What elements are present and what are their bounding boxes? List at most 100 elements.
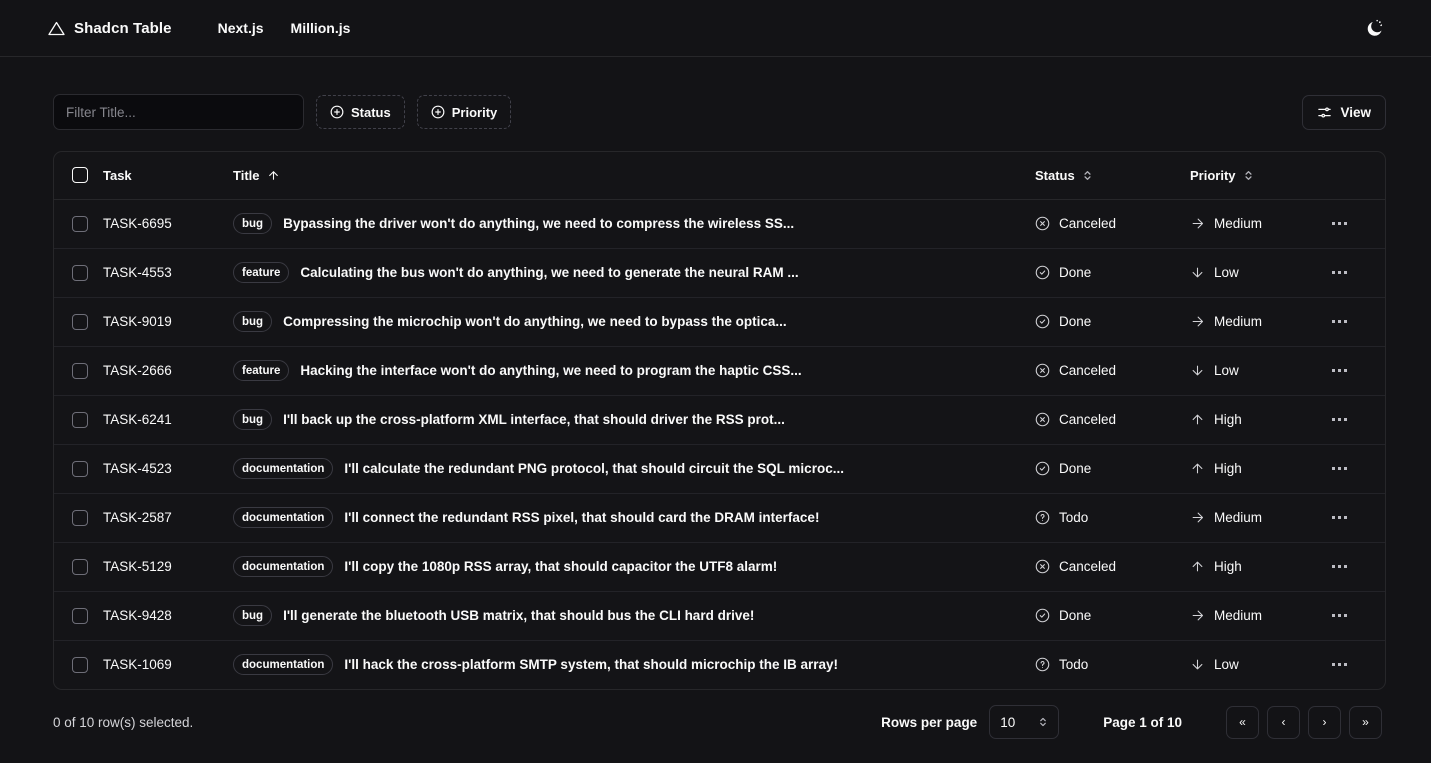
row-select-checkbox[interactable] xyxy=(72,313,88,330)
arrow-right-icon xyxy=(1190,608,1205,623)
brand[interactable]: Shadcn Table xyxy=(48,20,172,37)
table-row[interactable]: TASK-6695 bug Bypassing the driver won't d… xyxy=(54,199,1385,248)
arrow-down-icon xyxy=(1190,265,1205,280)
view-options-button[interactable]: View xyxy=(1302,94,1386,130)
table-row[interactable]: TASK-4553 feature Calculating the bus won'… xyxy=(54,248,1385,297)
table-row[interactable]: TASK-9428 bug I'll generate the bluetooth … xyxy=(54,591,1385,640)
row-select-checkbox[interactable] xyxy=(72,264,88,281)
label-badge: documentation xyxy=(233,507,334,528)
ellipsis-horizontal-icon[interactable] xyxy=(1325,259,1353,287)
status-filter-button[interactable]: Status xyxy=(316,95,405,129)
table-row[interactable]: TASK-9019 bug Compressing the microchip wo… xyxy=(54,297,1385,346)
circle-x-icon xyxy=(1035,559,1050,574)
arrow-up-icon xyxy=(267,169,280,182)
status-cell: Done xyxy=(1035,444,1190,493)
ellipsis-horizontal-icon[interactable] xyxy=(1325,651,1353,679)
title-cell: documentation I'll copy the 1080p RSS arr… xyxy=(233,542,1035,591)
page-content: Status Priority View xyxy=(0,57,1431,754)
task-title: I'll copy the 1080p RSS array, that shou… xyxy=(344,559,778,574)
title-cell: bug Bypassing the driver won't do anythin… xyxy=(233,199,1035,248)
task-title: Calculating the bus won't do anything, w… xyxy=(300,265,799,280)
priority-column-header[interactable]: Priority xyxy=(1190,152,1325,200)
table-row[interactable]: TASK-2666 feature Hacking the interface wo… xyxy=(54,346,1385,395)
row-select-checkbox[interactable] xyxy=(72,215,88,232)
row-actions-cell xyxy=(1325,199,1385,248)
task-title: I'll hack the cross-platform SMTP system… xyxy=(344,657,839,673)
ellipsis-horizontal-icon[interactable] xyxy=(1325,504,1353,532)
row-select-cell xyxy=(54,591,103,640)
nav-link-millionjs[interactable]: Million.js xyxy=(291,20,351,36)
priority-cell: Medium xyxy=(1190,199,1325,248)
priority-cell: High xyxy=(1190,542,1325,591)
status-label: Todo xyxy=(1059,510,1089,525)
row-select-checkbox[interactable] xyxy=(72,509,88,526)
label-badge: documentation xyxy=(233,556,334,577)
row-actions-cell xyxy=(1325,640,1385,689)
rows-selected-text: 0 of 10 row(s) selected. xyxy=(53,714,194,730)
table-row[interactable]: TASK-6241 bug I'll back up the cross-platf… xyxy=(54,395,1385,444)
title-cell: documentation I'll connect the redundant … xyxy=(233,493,1035,542)
circle-x-icon xyxy=(1035,216,1050,231)
row-select-checkbox[interactable] xyxy=(72,656,88,673)
task-title: I'll calculate the redundant PNG protoco… xyxy=(344,461,844,476)
title-column-header[interactable]: Title xyxy=(233,152,1035,200)
row-select-checkbox[interactable] xyxy=(72,362,88,379)
task-id-cell: TASK-6241 xyxy=(103,395,233,444)
table-row[interactable]: TASK-5129 documentation I'll copy the 1080… xyxy=(54,542,1385,591)
priority-cell: Medium xyxy=(1190,591,1325,640)
task-id: TASK-2666 xyxy=(103,363,172,378)
task-id-cell: TASK-6695 xyxy=(103,199,233,248)
chevron-up-down-icon xyxy=(1243,169,1254,182)
row-select-checkbox[interactable] xyxy=(72,411,88,428)
ellipsis-horizontal-icon[interactable] xyxy=(1325,308,1353,336)
title-cell: feature Calculating the bus won't do anyt… xyxy=(233,248,1035,297)
rows-per-page-select[interactable]: 10 xyxy=(989,705,1060,739)
select-all-checkbox[interactable] xyxy=(72,167,88,184)
ellipsis-horizontal-icon[interactable] xyxy=(1325,553,1353,581)
ellipsis-horizontal-icon[interactable] xyxy=(1325,406,1353,434)
priority-label: Low xyxy=(1214,265,1239,280)
ellipsis-horizontal-icon[interactable] xyxy=(1325,210,1353,238)
arrow-up-icon xyxy=(1190,412,1205,427)
task-id-cell: TASK-9428 xyxy=(103,591,233,640)
task-id: TASK-4523 xyxy=(103,461,172,476)
title-cell: bug Compressing the microchip won't do an… xyxy=(233,297,1035,346)
ellipsis-horizontal-icon[interactable] xyxy=(1325,357,1353,385)
row-select-checkbox[interactable] xyxy=(72,607,88,624)
priority-label: Medium xyxy=(1214,608,1263,623)
first-page-button[interactable]: « xyxy=(1226,705,1259,739)
label-badge: bug xyxy=(233,213,273,234)
title-cell: bug I'll back up the cross-platform XML i… xyxy=(233,395,1035,444)
status-label: Canceled xyxy=(1059,216,1117,231)
moon-stars-icon xyxy=(1364,18,1385,39)
table-row[interactable]: TASK-1069 documentation I'll hack the cros… xyxy=(54,640,1385,689)
filter-title-input[interactable] xyxy=(53,94,304,130)
row-select-checkbox[interactable] xyxy=(72,460,88,477)
label-badge: bug xyxy=(233,605,273,626)
theme-toggle-button[interactable] xyxy=(1357,11,1391,45)
row-actions-cell xyxy=(1325,297,1385,346)
row-select-cell xyxy=(54,297,103,346)
nav-link-nextjs[interactable]: Next.js xyxy=(218,20,264,36)
row-select-checkbox[interactable] xyxy=(72,558,88,575)
priority-cell: Medium xyxy=(1190,493,1325,542)
task-title: Hacking the interface won't do anything,… xyxy=(300,363,802,378)
nav-links: Next.js Million.js xyxy=(218,20,351,36)
next-page-button[interactable]: › xyxy=(1308,705,1341,739)
label-badge: documentation xyxy=(233,654,334,676)
table-row[interactable]: TASK-4523 documentation I'll calculate the… xyxy=(54,444,1385,493)
task-column-header[interactable]: Task xyxy=(103,152,233,200)
ellipsis-horizontal-icon[interactable] xyxy=(1325,455,1353,483)
task-title: Compressing the microchip won't do anyth… xyxy=(283,314,787,329)
ellipsis-horizontal-icon[interactable] xyxy=(1325,602,1353,630)
table-header: Task Title Status Priority xyxy=(54,152,1385,200)
status-cell: Done xyxy=(1035,248,1190,297)
priority-filter-button[interactable]: Priority xyxy=(416,95,512,129)
previous-page-button[interactable]: ‹ xyxy=(1267,705,1300,739)
label-badge: bug xyxy=(233,409,273,430)
last-page-button[interactable]: » xyxy=(1349,705,1382,739)
table-header-row: Task Title Status Priority xyxy=(54,152,1385,200)
table-row[interactable]: TASK-2587 documentation I'll connect the r… xyxy=(54,493,1385,542)
status-column-header[interactable]: Status xyxy=(1035,152,1190,200)
circle-check-icon xyxy=(1035,314,1050,329)
